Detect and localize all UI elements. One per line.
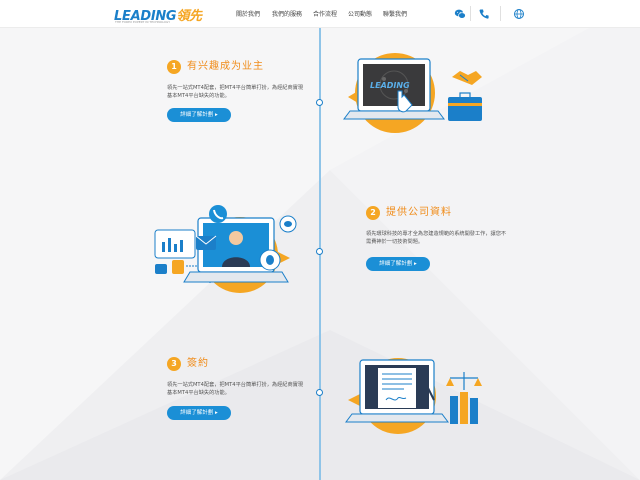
laptop-touch-illustration: LEADING <box>343 53 482 133</box>
step-description: 領先環球科技的專才全為您建造規範的系統開發工作，讓您不需費神於一切技術問題。 <box>366 231 507 245</box>
details-button[interactable]: 詳細了解計劃 ▸ <box>167 108 231 122</box>
site-header: LEADING領先 THE FOREX EXPERT IN TECHNOLOGY… <box>0 0 640 28</box>
nav-item-contact[interactable]: 聯繫我們 <box>383 9 407 18</box>
step-1: 1 有兴趣成为业主 領先一站式MT4配套，把MT4平台簡單打扮，為經紀商實現基本… <box>167 60 317 130</box>
step-number: 3 <box>167 357 181 371</box>
nav-item-process[interactable]: 合作流程 <box>313 9 337 18</box>
step-3: 3 簽約 領先一站式MT4配套，把MT4平台簡單打扮，為經紀商實現基本MT4平台… <box>167 357 317 427</box>
nav-item-services[interactable]: 我們的服務 <box>272 9 302 18</box>
timeline-dot <box>316 389 323 396</box>
laptop-contract-illustration <box>345 358 482 434</box>
details-button[interactable]: 詳細了解計劃 ▸ <box>366 257 430 271</box>
step-2: 2 提供公司資料 領先環球科技的專才全為您建造規範的系統開發工作，讓您不需費神於… <box>366 206 516 276</box>
step-number: 1 <box>167 60 181 74</box>
logo-tagline: THE FOREX EXPERT IN TECHNOLOGY <box>115 20 171 24</box>
step-number: 2 <box>366 206 380 220</box>
step-title: 簽約 <box>187 358 209 369</box>
phone-icon[interactable] <box>478 8 490 20</box>
logo[interactable]: LEADING領先 THE FOREX EXPERT IN TECHNOLOGY <box>114 5 204 24</box>
timeline-dot <box>316 248 323 255</box>
screen-logo: LEADING <box>370 81 410 90</box>
step-description: 領先一站式MT4配套，把MT4平台簡單打扮，為經紀商實現基本MT4平台缺失的功能… <box>167 85 304 99</box>
nav-item-news[interactable]: 公司動態 <box>348 9 372 18</box>
nav-item-about[interactable]: 關於我們 <box>236 9 260 18</box>
timeline-dot <box>316 99 323 106</box>
wechat-icon[interactable] <box>454 8 466 20</box>
header-separator <box>470 6 471 21</box>
header-separator <box>500 6 501 21</box>
step-title: 提供公司資料 <box>386 207 452 218</box>
laptop-contact-illustration <box>154 205 297 293</box>
step-title: 有兴趣成为业主 <box>187 61 264 72</box>
globe-icon[interactable] <box>513 8 525 20</box>
details-button[interactable]: 詳細了解計劃 ▸ <box>167 406 231 420</box>
step-description: 領先一站式MT4配套，把MT4平台簡單打扮，為經紀商實現基本MT4平台缺失的功能… <box>167 382 304 396</box>
